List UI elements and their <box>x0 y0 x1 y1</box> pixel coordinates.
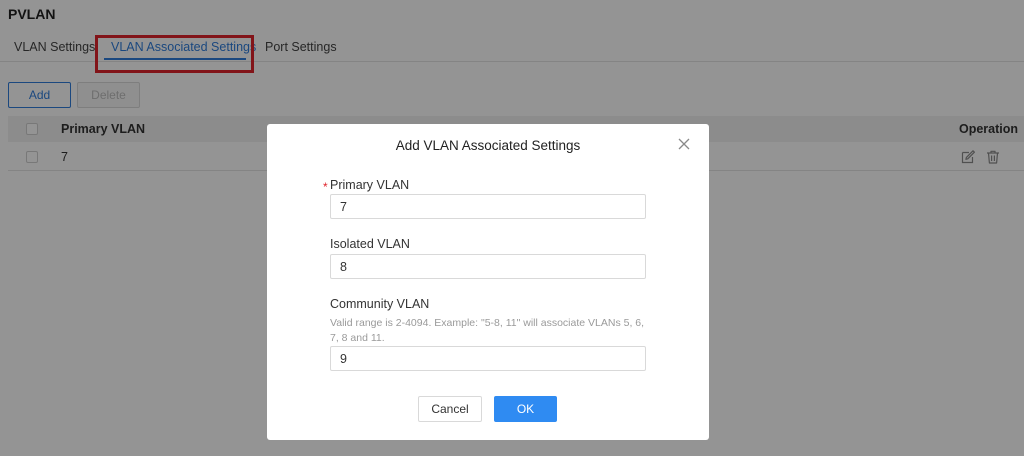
community-vlan-input[interactable] <box>330 346 646 371</box>
isolated-vlan-label: Isolated VLAN <box>330 237 410 251</box>
community-vlan-label: Community VLAN <box>330 297 430 311</box>
primary-vlan-label: Primary VLAN <box>330 178 410 192</box>
dialog-title: Add VLAN Associated Settings <box>395 138 581 153</box>
isolated-vlan-input[interactable] <box>330 254 646 279</box>
ok-button[interactable]: OK <box>494 396 557 422</box>
cancel-button[interactable]: Cancel <box>418 396 482 422</box>
close-icon[interactable] <box>676 136 692 152</box>
community-vlan-hint: Valid range is 2-4094. Example: "5-8, 11… <box>330 317 645 344</box>
add-vlan-associated-dialog: Add VLAN Associated Settings * Primary V… <box>267 124 709 440</box>
primary-vlan-input[interactable] <box>330 194 646 219</box>
required-mark: * <box>323 180 328 194</box>
